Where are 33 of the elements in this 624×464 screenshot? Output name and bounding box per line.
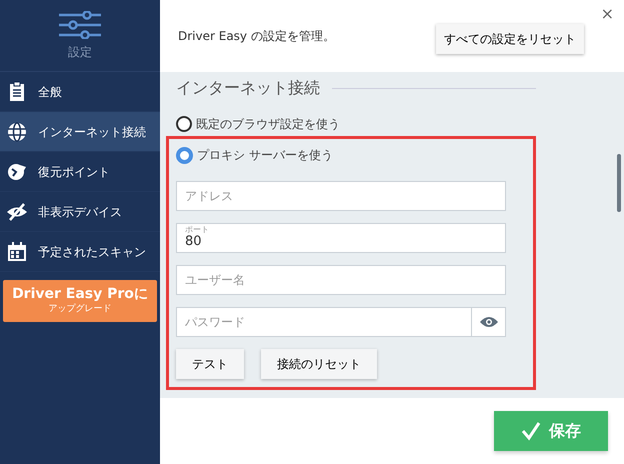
password-field[interactable]: パスワード xyxy=(177,308,471,336)
action-button[interactable]: テスト xyxy=(176,349,244,379)
sidebar-label: 復元ポイント xyxy=(38,164,110,180)
sidebar-label: インターネット接続 xyxy=(38,124,146,140)
globe-icon xyxy=(6,120,28,142)
action-button[interactable]: 接続のリセット xyxy=(261,349,377,379)
show-password-button[interactable] xyxy=(472,307,506,337)
radio-label[interactable]: プロキシ サーバーを使う xyxy=(197,146,333,164)
sidebar-label: 全般 xyxy=(38,84,62,100)
eye-icon xyxy=(480,316,498,328)
radio-button[interactable] xyxy=(176,146,193,164)
reset-all-button[interactable]: すべての設定をリセット xyxy=(436,24,584,54)
sidebar-item[interactable]: インターネット接続 xyxy=(0,112,160,152)
port-input[interactable]: 80 xyxy=(185,234,497,250)
close-button[interactable]: × xyxy=(600,2,614,26)
port-field[interactable]: ポート 80 xyxy=(176,223,506,253)
text-field[interactable]: ユーザー名 xyxy=(177,266,505,294)
text-field[interactable]: アドレス xyxy=(177,182,505,210)
radio-button[interactable] xyxy=(176,116,192,132)
hidden-eye-icon xyxy=(6,200,28,222)
radio-label[interactable]: 既定のブラウザ設定を使う xyxy=(196,115,340,133)
sliders-icon xyxy=(59,10,101,38)
section-title: インターネット接続 xyxy=(176,77,320,99)
sidebar-item[interactable]: 復元ポイント xyxy=(0,152,160,192)
sidebar-label: 非表示デバイス xyxy=(38,204,122,220)
sidebar-label: 予定されたスキャン xyxy=(38,244,146,260)
sidebar-title: 設定 xyxy=(68,44,92,60)
header-text: Driver Easy の設定を管理。 xyxy=(178,28,335,45)
sidebar-item[interactable]: 予定されたスキャン xyxy=(0,232,160,272)
scrollbar-thumb[interactable] xyxy=(617,154,621,212)
calendar-icon xyxy=(6,240,28,262)
check-icon xyxy=(521,421,541,441)
field-label: ポート xyxy=(185,226,210,234)
